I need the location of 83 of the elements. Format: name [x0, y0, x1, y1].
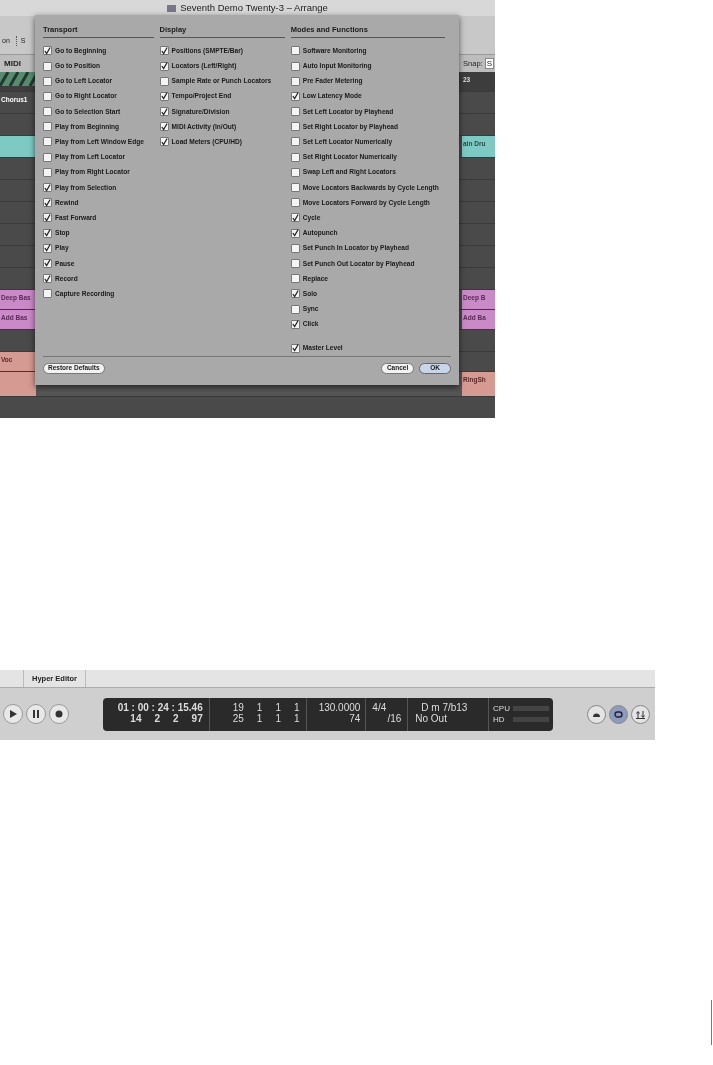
window-title: Seventh Demo Twenty-3 – Arrange [180, 0, 328, 15]
checkbox[interactable] [43, 258, 52, 268]
checkbox[interactable] [159, 137, 169, 147]
checkbox[interactable] [290, 46, 300, 56]
mode-button[interactable] [609, 704, 628, 724]
checkbox[interactable] [290, 152, 300, 162]
checkbox[interactable] [159, 91, 169, 101]
checkbox[interactable] [43, 243, 52, 253]
checkbox[interactable] [43, 91, 52, 101]
left-locator: 19 [232, 701, 244, 713]
checkbox[interactable] [290, 76, 300, 86]
left-locator: 1 [293, 701, 300, 713]
right-locator: 25 [232, 712, 244, 724]
checkbox[interactable] [43, 289, 52, 299]
checkbox[interactable] [290, 137, 300, 147]
checkbox[interactable] [290, 198, 300, 208]
meter-label: HD [493, 713, 505, 725]
bar-position: 97 [191, 712, 203, 724]
checkbox[interactable] [43, 137, 52, 147]
checkbox[interactable] [159, 107, 169, 117]
tempo: 130.0000 [317, 701, 361, 713]
meter-label: CPU [493, 702, 510, 714]
mode-button[interactable] [631, 704, 650, 724]
cycle-icon [614, 709, 623, 719]
left-locator: 1 [275, 701, 281, 713]
bar-position: 2 [154, 712, 161, 724]
checkbox[interactable] [43, 107, 52, 117]
checkbox[interactable] [290, 107, 300, 117]
checkbox[interactable] [43, 122, 52, 132]
checkbox[interactable] [290, 167, 300, 177]
chord-display: D m 7/b13 [420, 701, 469, 713]
midi-out: No Out [415, 712, 448, 724]
checkbox[interactable] [290, 183, 300, 193]
checkbox[interactable] [290, 243, 300, 253]
bar-position: 2 [173, 712, 179, 724]
checkbox[interactable] [159, 46, 169, 56]
record-button[interactable] [49, 704, 69, 724]
checkbox[interactable] [43, 228, 52, 238]
snap-menu[interactable]: S [484, 58, 494, 69]
menu-label[interactable]: MIDI [4, 57, 21, 70]
checkbox[interactable] [43, 213, 52, 223]
checkbox[interactable] [290, 343, 300, 353]
checkbox[interactable] [290, 91, 300, 101]
document-icon [167, 3, 177, 13]
checkbox[interactable] [290, 289, 300, 299]
left-locator: 1 [256, 701, 263, 713]
signature: 4/4 [372, 701, 387, 713]
checkbox[interactable] [290, 319, 300, 329]
checkbox[interactable] [43, 198, 52, 208]
pause-button[interactable] [26, 704, 46, 724]
stripe-pattern [0, 72, 36, 86]
checkbox[interactable] [290, 61, 300, 71]
right-locator: 1 [275, 712, 281, 724]
checkbox[interactable] [43, 61, 52, 71]
checkbox[interactable] [290, 122, 300, 132]
checkbox[interactable] [290, 274, 300, 284]
checkbox[interactable] [43, 152, 52, 162]
checkbox[interactable] [159, 76, 169, 86]
checkbox[interactable] [159, 122, 169, 132]
load-meter [512, 716, 549, 722]
project-end: 74 [348, 712, 361, 724]
smpte-position: 01 : 00 : 24 : 15.46 [116, 701, 203, 713]
mode-button[interactable] [587, 704, 606, 724]
right-locator: 1 [293, 712, 300, 724]
bar-position: 14 [130, 712, 142, 724]
checkbox[interactable] [43, 46, 52, 56]
load-meter [513, 705, 549, 711]
checkbox[interactable] [290, 228, 300, 238]
checkbox[interactable] [159, 61, 169, 71]
pause-icon [32, 710, 40, 718]
checkbox[interactable] [43, 167, 52, 177]
right-locator: 1 [256, 712, 263, 724]
division: /16 [386, 712, 402, 724]
checkbox[interactable] [43, 76, 52, 86]
arrows-icon [636, 709, 645, 719]
checkbox[interactable] [43, 274, 52, 284]
checkbox[interactable] [290, 213, 300, 223]
play-icon [9, 710, 17, 718]
checkbox[interactable] [290, 258, 300, 268]
checkbox[interactable] [290, 304, 300, 314]
checkbox[interactable] [43, 183, 52, 193]
play-button[interactable] [3, 704, 23, 724]
record-icon [55, 710, 63, 718]
